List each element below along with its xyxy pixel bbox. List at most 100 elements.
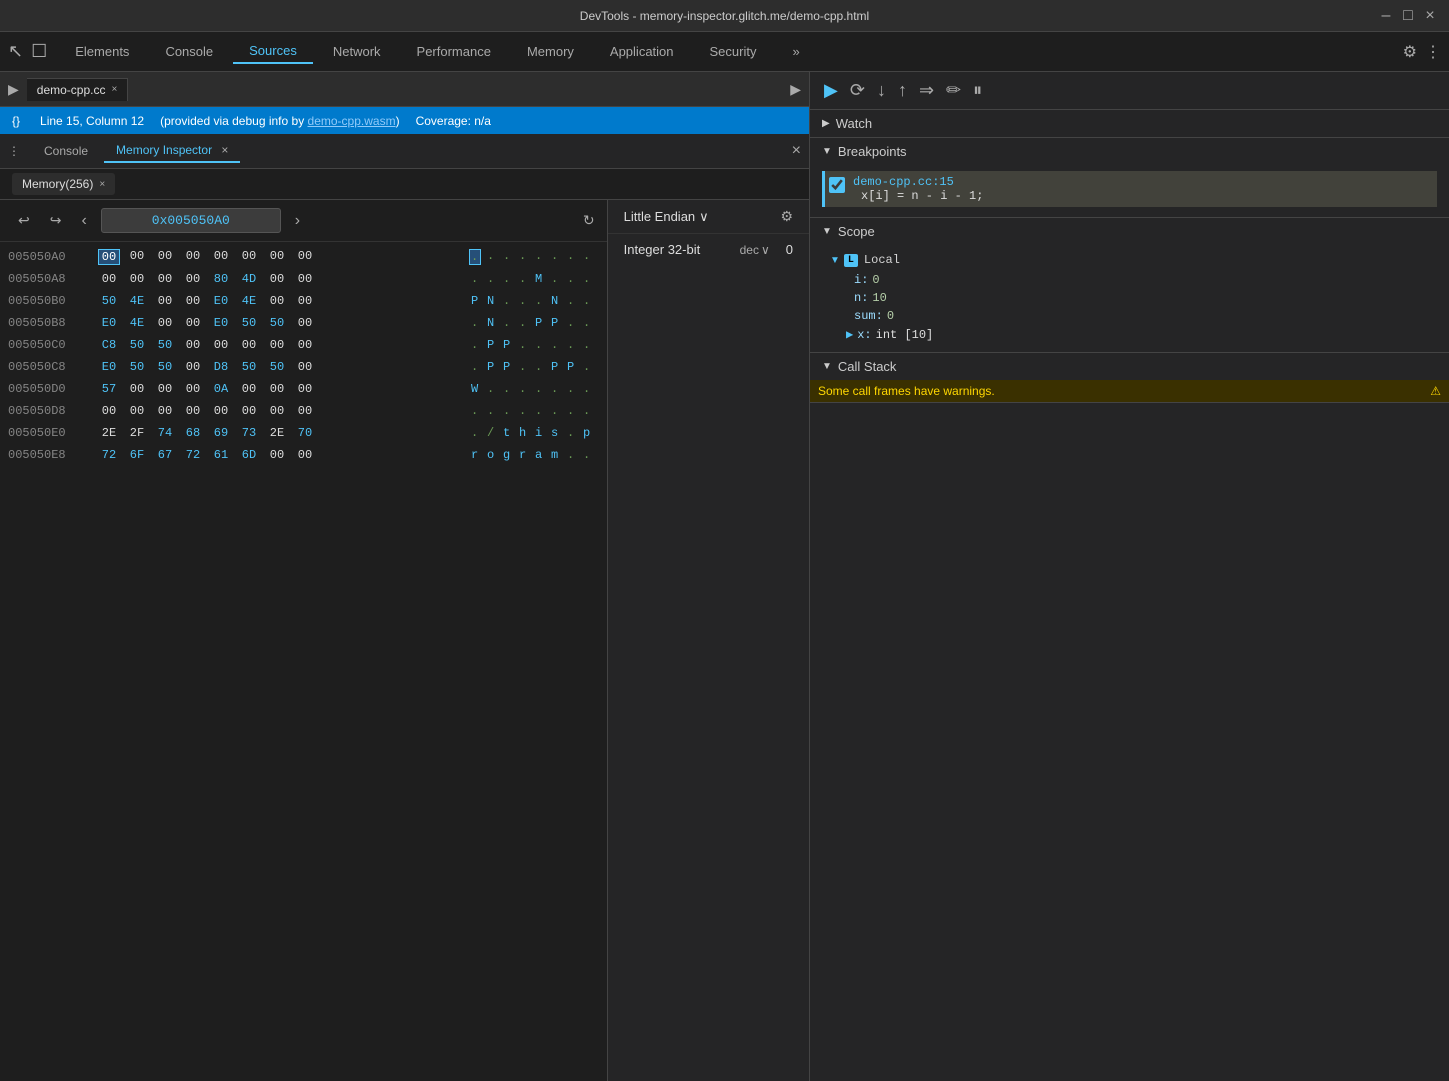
pause-button[interactable]: ⏸ (971, 78, 984, 103)
resume-button[interactable]: ▶ (822, 78, 840, 103)
hex-char-0-6[interactable]: . (565, 249, 577, 265)
scope-key-n: n: (854, 291, 868, 305)
breakpoints-label: Breakpoints (838, 144, 907, 159)
hex-ascii-1: . . . . M . . . (469, 272, 599, 286)
hex-char-0-7[interactable]: . (581, 249, 593, 265)
breakpoints-arrow-icon: ▼ (822, 146, 832, 157)
tab-elements[interactable]: Elements (59, 40, 145, 63)
address-input[interactable] (101, 208, 281, 233)
hex-char-0-2[interactable]: . (501, 249, 513, 265)
mobile-icon[interactable]: ☐ (31, 41, 47, 62)
format-dropdown[interactable]: dec ∨ (740, 243, 770, 257)
hex-row-4: 005050C0 C8 50 50 00 00 00 00 00 . (8, 334, 599, 356)
hex-row-8: 005050E0 2E 2F 74 68 69 73 2E 70 . (8, 422, 599, 444)
tab-network[interactable]: Network (317, 40, 397, 63)
settings-icon[interactable]: ⚙ (1403, 42, 1417, 62)
hex-byte-1-5[interactable]: 4D (238, 272, 260, 286)
close-button[interactable]: × (1423, 9, 1437, 23)
memory-tab-close-button[interactable]: × (99, 179, 105, 190)
step-button[interactable]: ⇒ (917, 78, 936, 103)
breakpoints-header[interactable]: ▼ Breakpoints (810, 138, 1449, 165)
file-tab-demo-cpp[interactable]: demo-cpp.cc × (27, 78, 129, 101)
hex-byte-0-3[interactable]: 00 (182, 249, 204, 265)
memory-256-tab[interactable]: Memory(256) × (12, 173, 115, 195)
next-address-button[interactable]: › (289, 210, 306, 232)
tab-more[interactable]: » (776, 40, 815, 63)
scope-val-n: 10 (872, 291, 886, 305)
endian-header: Little Endian ∨ ⚙ (608, 200, 809, 234)
tab-performance[interactable]: Performance (401, 40, 507, 63)
call-stack-header[interactable]: ▼ Call Stack (810, 353, 1449, 380)
hex-byte-0-7[interactable]: 00 (294, 249, 316, 265)
tab-security[interactable]: Security (694, 40, 773, 63)
hex-byte-0-6[interactable]: 00 (266, 249, 288, 265)
bottom-panel-close-button[interactable]: × (792, 142, 801, 160)
hex-byte-0-5[interactable]: 00 (238, 249, 260, 265)
tab-sources[interactable]: Sources (233, 39, 313, 64)
hex-byte-1-4[interactable]: 80 (210, 272, 232, 286)
hex-byte-1-1[interactable]: 00 (126, 272, 148, 286)
hex-char-0-3[interactable]: . (517, 249, 529, 265)
tab-memory-inspector[interactable]: Memory Inspector × (104, 139, 240, 163)
hex-char-0-5[interactable]: . (549, 249, 561, 265)
more-menu-icon[interactable]: ⋮ (1425, 42, 1441, 62)
bottom-tab-bar: ⋮ Console Memory Inspector × × (0, 134, 809, 169)
hex-char-0-1[interactable]: . (485, 249, 497, 265)
tab-memory[interactable]: Memory (511, 40, 590, 63)
undo-button[interactable]: ↩ (12, 210, 36, 231)
hex-bytes-8: 2E 2F 74 68 69 73 2E 70 (98, 426, 469, 440)
scope-label: Scope (838, 224, 875, 239)
tab-console-bottom[interactable]: Console (32, 140, 100, 162)
collapse-sidebar-button[interactable]: ▶ (8, 81, 19, 98)
hex-char-0-0[interactable]: . (469, 249, 481, 265)
run-button[interactable]: ▶ (790, 81, 801, 98)
hex-row-7: 005050D8 00 00 00 00 00 00 00 00 . (8, 400, 599, 422)
refresh-button[interactable]: ↻ (583, 212, 595, 229)
step-out-button[interactable]: ↑ (896, 78, 909, 103)
minimize-button[interactable]: – (1379, 9, 1393, 23)
breakpoint-checkbox-0[interactable] (829, 177, 845, 193)
coverage-info: Coverage: n/a (416, 114, 491, 128)
scope-item-x[interactable]: ▶ x: int [10] (822, 325, 1437, 344)
memory-inspector-close-button[interactable]: × (221, 143, 228, 157)
hex-byte-0-1[interactable]: 00 (126, 249, 148, 265)
prev-address-button[interactable]: ‹ (75, 210, 92, 232)
hex-byte-1-2[interactable]: 00 (154, 272, 176, 286)
hex-row-0: 005050A0 00 00 00 00 00 00 00 00 . (8, 246, 599, 268)
tab-console[interactable]: Console (149, 40, 229, 63)
watch-arrow-icon: ▶ (822, 118, 830, 129)
hex-byte-0-4[interactable]: 00 (210, 249, 232, 265)
file-tabs: ▶ demo-cpp.cc × ▶ (0, 72, 809, 107)
hex-char-0-4[interactable]: . (533, 249, 545, 265)
deactivate-breakpoints-button[interactable]: ✏ (944, 78, 963, 103)
bottom-menu-icon[interactable]: ⋮ (8, 144, 20, 158)
hex-bytes-9: 72 6F 67 72 61 6D 00 00 (98, 448, 469, 462)
hex-ascii-2: P N . . . N . . (469, 294, 599, 308)
cursor-icon[interactable]: ↖ (8, 41, 23, 62)
integer-32bit-row: Integer 32-bit dec ∨ 0 (608, 234, 809, 265)
breakpoint-expr-0: x[i] = n - i - 1; (853, 189, 983, 203)
endian-settings-icon[interactable]: ⚙ (780, 208, 793, 225)
hex-bytes-1: 00 00 00 00 80 4D 00 00 (98, 272, 469, 286)
warning-icon: ⚠ (1430, 384, 1441, 398)
endian-dropdown[interactable]: Little Endian ∨ (624, 209, 709, 225)
hex-addr-8: 005050E0 (8, 426, 98, 440)
wasm-link[interactable]: demo-cpp.wasm (308, 114, 396, 128)
step-into-button[interactable]: ↓ (875, 78, 888, 103)
local-scope-section[interactable]: ▼ L Local (822, 249, 1437, 271)
watch-header[interactable]: ▶ Watch (810, 110, 1449, 137)
hex-byte-1-3[interactable]: 00 (182, 272, 204, 286)
redo-button[interactable]: ↪ (44, 210, 68, 231)
hex-byte-0-2[interactable]: 00 (154, 249, 176, 265)
hex-byte-1-0[interactable]: 00 (98, 272, 120, 286)
hex-byte-1-7[interactable]: 00 (294, 272, 316, 286)
maximize-button[interactable]: □ (1401, 9, 1415, 23)
step-over-button[interactable]: ⟳ (848, 78, 867, 103)
hex-byte-0-0[interactable]: 00 (98, 249, 120, 265)
scope-key-x: x: (857, 328, 871, 342)
scope-header[interactable]: ▼ Scope (810, 218, 1449, 245)
tab-application[interactable]: Application (594, 40, 690, 63)
hex-bytes-6: 57 00 00 00 0A 00 00 00 (98, 382, 469, 396)
file-tab-close-button[interactable]: × (111, 84, 117, 95)
hex-byte-1-6[interactable]: 00 (266, 272, 288, 286)
